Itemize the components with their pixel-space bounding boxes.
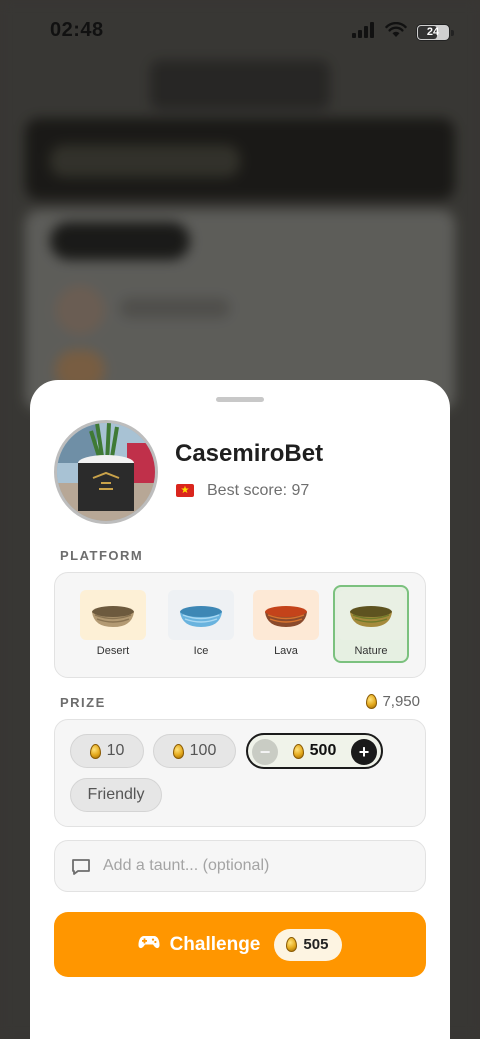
status-time: 02:48 bbox=[50, 19, 104, 41]
ice-nest-icon bbox=[168, 590, 234, 640]
platform-option-nature[interactable]: Nature bbox=[333, 585, 409, 663]
platform-label-lava: Lava bbox=[274, 645, 298, 657]
taunt-field bbox=[54, 840, 426, 892]
egg-icon bbox=[89, 743, 101, 759]
challenge-sheet: CasemiroBet ★ Best score: 97 PLATFORM De… bbox=[30, 380, 450, 1039]
country-flag: ★ bbox=[176, 484, 194, 497]
lava-nest-icon bbox=[253, 590, 319, 640]
decrease-prize-button[interactable]: − bbox=[252, 739, 278, 765]
status-bar: 02:48 24 bbox=[0, 0, 480, 64]
wifi-icon bbox=[385, 21, 407, 43]
egg-icon bbox=[366, 694, 378, 709]
prize-selector: 10 100 − 500 + Friendly bbox=[54, 719, 426, 827]
prize-option-value: Friendly bbox=[87, 786, 145, 803]
platform-label-desert: Desert bbox=[96, 645, 130, 657]
egg-icon bbox=[172, 743, 184, 759]
avatar bbox=[54, 420, 158, 524]
platform-option-desert[interactable]: Desert bbox=[75, 585, 151, 663]
challenge-cost-value: 505 bbox=[303, 936, 329, 953]
egg-balance-value: 7,950 bbox=[382, 693, 420, 710]
egg-balance: 7,950 bbox=[366, 693, 420, 710]
increase-prize-button[interactable]: + bbox=[351, 739, 377, 765]
best-score: Best score: 97 bbox=[207, 482, 310, 499]
prize-stepper: − 500 + bbox=[246, 733, 383, 769]
platform-selector: Desert Ice Lava Nature bbox=[54, 572, 426, 678]
gamepad-icon bbox=[138, 934, 160, 955]
message-icon bbox=[71, 857, 91, 882]
nature-nest-icon bbox=[338, 590, 404, 640]
prize-option-10[interactable]: 10 bbox=[70, 734, 144, 768]
prize-label: PRIZE bbox=[60, 695, 106, 710]
prize-option-value: 100 bbox=[189, 742, 217, 759]
egg-icon bbox=[286, 937, 298, 952]
challenge-button[interactable]: Challenge 505 bbox=[54, 912, 426, 977]
platform-label: PLATFORM bbox=[60, 548, 144, 563]
platform-option-ice[interactable]: Ice bbox=[163, 585, 239, 663]
challenge-label: Challenge bbox=[169, 933, 261, 955]
taunt-input[interactable] bbox=[103, 841, 413, 891]
username: CasemiroBet bbox=[175, 440, 324, 467]
platform-label-nature: Nature bbox=[354, 645, 388, 657]
egg-icon bbox=[292, 743, 304, 759]
signal-icon bbox=[352, 22, 376, 43]
prize-option-value: 10 bbox=[106, 742, 125, 759]
prize-option-friendly[interactable]: Friendly bbox=[70, 778, 162, 812]
battery-icon: 24 bbox=[416, 24, 454, 41]
battery-level: 24 bbox=[426, 26, 440, 38]
challenge-cost: 505 bbox=[274, 928, 343, 961]
desert-nest-icon bbox=[80, 590, 146, 640]
prize-stepper-value: 500 bbox=[309, 742, 337, 759]
platform-option-lava[interactable]: Lava bbox=[248, 585, 324, 663]
prize-option-100[interactable]: 100 bbox=[153, 734, 236, 768]
platform-label-ice: Ice bbox=[193, 645, 209, 657]
sheet-grabber[interactable] bbox=[216, 397, 264, 402]
